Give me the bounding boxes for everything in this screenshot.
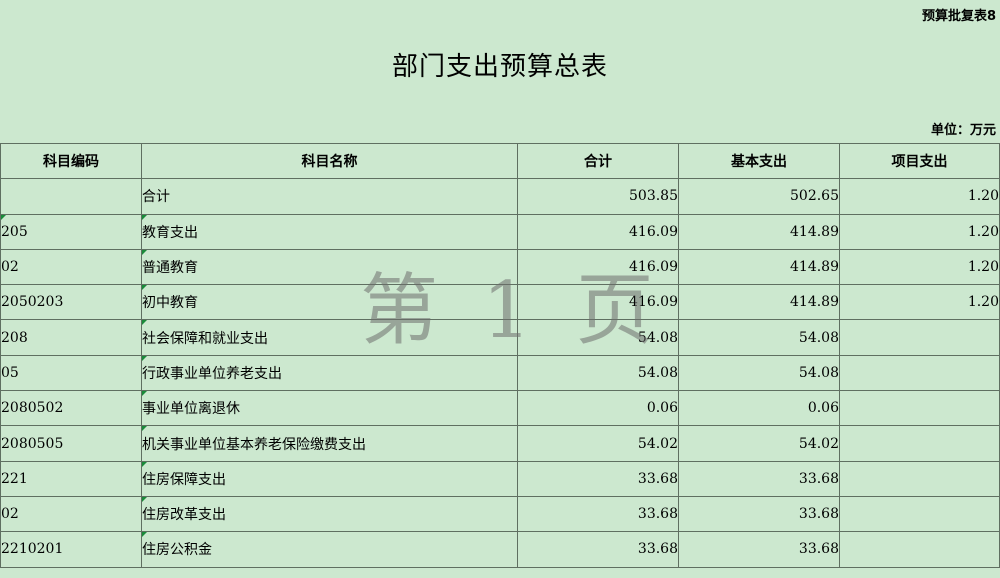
cell-basic[interactable]: 414.89 [678, 213, 840, 250]
cell-total[interactable]: 33.68 [517, 531, 679, 568]
table-header-row: 科目编码 科目名称 合计 基本支出 项目支出 [0, 142, 1000, 180]
cell-project[interactable] [839, 319, 1000, 356]
unit-label: 单位：万元 [930, 123, 996, 138]
cell-total[interactable]: 416.09 [517, 213, 679, 250]
cell-project[interactable] [839, 460, 1000, 497]
cell-total[interactable]: 54.02 [517, 425, 679, 462]
cell-total[interactable]: 54.08 [517, 319, 679, 356]
cell-total[interactable]: 0.06 [517, 390, 679, 427]
cell-basic[interactable]: 502.65 [678, 178, 840, 215]
header-project[interactable]: 项目支出 [839, 142, 1000, 180]
cell-code[interactable]: 02 [0, 248, 142, 286]
cell-project[interactable] [839, 495, 1000, 533]
cell-code[interactable] [0, 178, 142, 215]
cell-name[interactable]: 普通教育 [141, 248, 518, 286]
cell-name[interactable]: 合计 [141, 178, 518, 215]
cell-basic[interactable]: 0.06 [678, 390, 840, 427]
cell-total[interactable]: 416.09 [517, 284, 679, 321]
cell-indicator-icon [142, 250, 147, 255]
cell-code[interactable]: 2050203 [0, 284, 142, 321]
budget-table: 科目编码 科目名称 合计 基本支出 项目支出 合计 503.85 502.65 1.2… [0, 142, 1000, 568]
cell-code[interactable]: 208 [0, 319, 142, 356]
header-basic[interactable]: 基本支出 [678, 142, 840, 180]
form-id: 预算批复表8 [921, 9, 996, 24]
cell-project[interactable] [839, 354, 1000, 392]
cell-name[interactable]: 住房保障支出 [141, 460, 518, 497]
page-title: 部门支出预算总表 [391, 52, 608, 82]
cell-code[interactable]: 205 [0, 213, 142, 250]
table-row: 合计 503.85 502.65 1.20 [0, 178, 1000, 215]
cell-basic[interactable]: 33.68 [678, 495, 840, 533]
cell-basic[interactable]: 54.08 [678, 354, 840, 392]
table-row: 205 教育支出 416.09 414.89 1.20 [0, 213, 1000, 250]
cell-project[interactable]: 1.20 [839, 248, 1000, 286]
cell-code[interactable]: 221 [0, 460, 142, 497]
header-total[interactable]: 合计 [517, 142, 679, 180]
cell-code[interactable]: 2080502 [0, 390, 142, 427]
table-row: 221 住房保障支出 33.68 33.68 [0, 460, 1000, 497]
cell-basic[interactable]: 414.89 [678, 284, 840, 321]
cell-name[interactable]: 初中教育 [141, 284, 518, 321]
cell-basic[interactable]: 54.08 [678, 319, 840, 356]
cell-name[interactable]: 住房改革支出 [141, 495, 518, 533]
cell-total[interactable]: 54.08 [517, 354, 679, 392]
cell-project[interactable] [839, 425, 1000, 462]
cell-name[interactable]: 住房公积金 [141, 531, 518, 568]
cell-indicator-icon [142, 462, 147, 467]
cell-indicator-icon [142, 320, 147, 326]
cell-indicator-icon [142, 497, 147, 502]
cell-name[interactable]: 机关事业单位基本养老保险缴费支出 [141, 425, 518, 462]
table-row: 2210201 住房公积金 33.68 33.68 [0, 531, 1000, 568]
cell-code[interactable]: 2080505 [0, 425, 142, 462]
table-row: 2080502 事业单位离退休 0.06 0.06 [0, 390, 1000, 427]
cell-project[interactable]: 1.20 [839, 213, 1000, 250]
table-row: 05 行政事业单位养老支出 54.08 54.08 [0, 354, 1000, 392]
table-row: 208 社会保障和就业支出 54.08 54.08 [0, 319, 1000, 356]
cell-indicator-icon [142, 215, 147, 220]
header-name[interactable]: 科目名称 [141, 142, 518, 180]
cell-basic[interactable]: 54.02 [678, 425, 840, 462]
cell-project[interactable]: 1.20 [839, 178, 1000, 215]
cell-name[interactable]: 事业单位离退休 [141, 390, 518, 427]
cell-indicator-icon [142, 285, 147, 291]
cell-indicator-icon [1, 215, 6, 220]
cell-total[interactable]: 33.68 [517, 460, 679, 497]
table-row: 2050203 初中教育 416.09 414.89 1.20 [0, 284, 1000, 321]
cell-basic[interactable]: 33.68 [678, 460, 840, 497]
cell-indicator-icon [142, 356, 147, 361]
cell-name[interactable]: 社会保障和就业支出 [141, 319, 518, 356]
cell-indicator-icon [142, 391, 147, 397]
cell-basic[interactable]: 33.68 [678, 531, 840, 568]
cell-indicator-icon [142, 426, 147, 432]
cell-code[interactable]: 05 [0, 354, 142, 392]
budget-sheet: 预算批复表8 部门支出预算总表 单位：万元 科目编码 科目名称 合计 基本支出 … [0, 0, 1000, 578]
header-code[interactable]: 科目编码 [0, 142, 142, 180]
cell-total[interactable]: 503.85 [517, 178, 679, 215]
cell-indicator-icon [142, 532, 147, 538]
cell-name[interactable]: 行政事业单位养老支出 [141, 354, 518, 392]
table-row: 02 住房改革支出 33.68 33.68 [0, 495, 1000, 533]
cell-name[interactable]: 教育支出 [141, 213, 518, 250]
cell-basic[interactable]: 414.89 [678, 248, 840, 286]
cell-code[interactable]: 02 [0, 495, 142, 533]
cell-project[interactable]: 1.20 [839, 284, 1000, 321]
cell-code[interactable]: 2210201 [0, 531, 142, 568]
table-body: 合计 503.85 502.65 1.20 205 教育支出 416.09 414.89 1.2… [0, 178, 1000, 568]
cell-total[interactable]: 33.68 [517, 495, 679, 533]
cell-total[interactable]: 416.09 [517, 248, 679, 286]
table-row: 2080505 机关事业单位基本养老保险缴费支出 54.02 54.02 [0, 425, 1000, 462]
cell-project[interactable] [839, 531, 1000, 568]
table-row: 02 普通教育 416.09 414.89 1.20 [0, 248, 1000, 286]
cell-project[interactable] [839, 390, 1000, 427]
